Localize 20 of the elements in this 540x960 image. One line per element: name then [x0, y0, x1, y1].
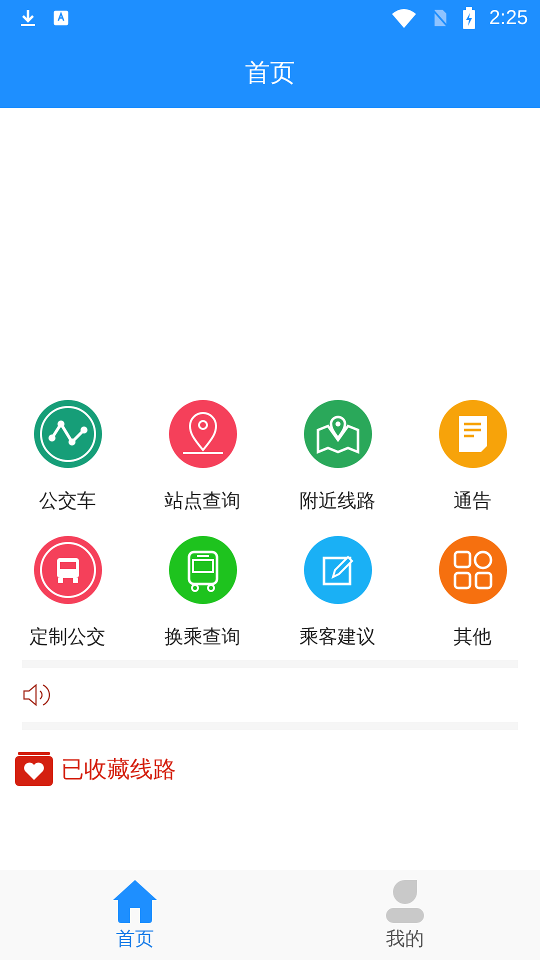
battery-icon	[463, 7, 476, 29]
page-title: 首页	[245, 56, 295, 88]
menu-item[interactable]: 站点查询	[135, 400, 270, 514]
menu-item[interactable]: 换乘查询	[135, 536, 270, 650]
download-icon	[18, 8, 38, 28]
keyboard-icon	[52, 9, 70, 27]
nav-tab[interactable]: 首页	[0, 870, 270, 960]
menu-item[interactable]: 乘客建议	[270, 536, 405, 650]
status-time: 2:25	[489, 6, 528, 30]
menu-item[interactable]: 附近线路	[270, 400, 405, 514]
home-icon	[111, 878, 159, 924]
menu-item[interactable]: 其他	[405, 536, 540, 650]
menu-item[interactable]: 定制公交	[0, 536, 135, 650]
heart-folder-icon	[15, 752, 53, 786]
nav-tab[interactable]: 我的	[270, 870, 540, 960]
favorites-title: 已收藏线路	[61, 756, 176, 784]
menu-item[interactable]: 公交车	[0, 400, 135, 514]
wifi-icon	[391, 8, 418, 28]
user-icon	[385, 878, 425, 924]
menu-item[interactable]: 通告	[405, 400, 540, 514]
